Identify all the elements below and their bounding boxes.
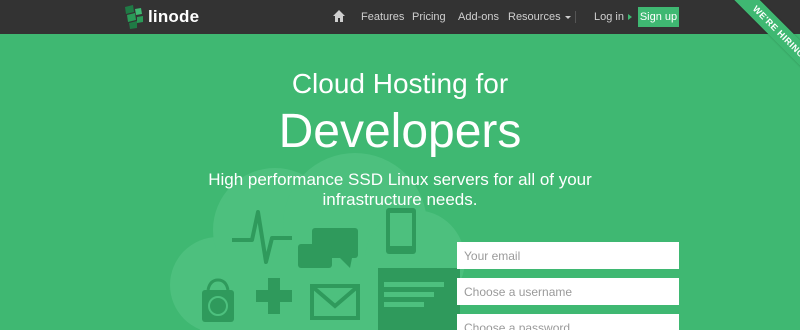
home-icon[interactable]: [333, 10, 345, 22]
mail-icon: [310, 284, 360, 320]
hero-title-line1: Cloud Hosting for: [291, 68, 509, 99]
signup-button[interactable]: Sign up: [638, 7, 679, 27]
login-link[interactable]: Log in: [594, 11, 632, 23]
username-field[interactable]: [457, 278, 679, 305]
gamepad-icon: [256, 278, 292, 314]
nav-resources[interactable]: Resources: [508, 11, 571, 23]
hero-subtitle: High performance SSD Linux servers for a…: [208, 170, 592, 209]
linode-logo-icon: [125, 5, 143, 29]
browser-window-icon: [378, 268, 460, 330]
logo[interactable]: linode: [124, 5, 199, 29]
nav-features[interactable]: Features: [361, 11, 404, 23]
top-nav: linode Features Pricing Add-ons Resource…: [0, 0, 800, 34]
heartbeat-icon: [232, 210, 292, 264]
nav-addons[interactable]: Add-ons: [458, 11, 499, 23]
shopping-bag-icon: [202, 278, 234, 322]
chevron-down-icon: [564, 15, 571, 19]
hero-illustration: [170, 153, 465, 330]
login-label: Log in: [594, 11, 624, 23]
hero-title-line2: Developers: [278, 105, 522, 158]
nav-divider: [575, 11, 576, 23]
password-field[interactable]: [457, 314, 679, 330]
email-field[interactable]: [457, 242, 679, 269]
logo-text: linode: [148, 7, 200, 26]
nav-pricing[interactable]: Pricing: [412, 11, 446, 23]
tablet-icon: [386, 208, 416, 254]
chat-icon: [298, 228, 358, 268]
nav-resources-label: Resources: [508, 11, 561, 23]
arrow-right-icon: [627, 14, 632, 21]
